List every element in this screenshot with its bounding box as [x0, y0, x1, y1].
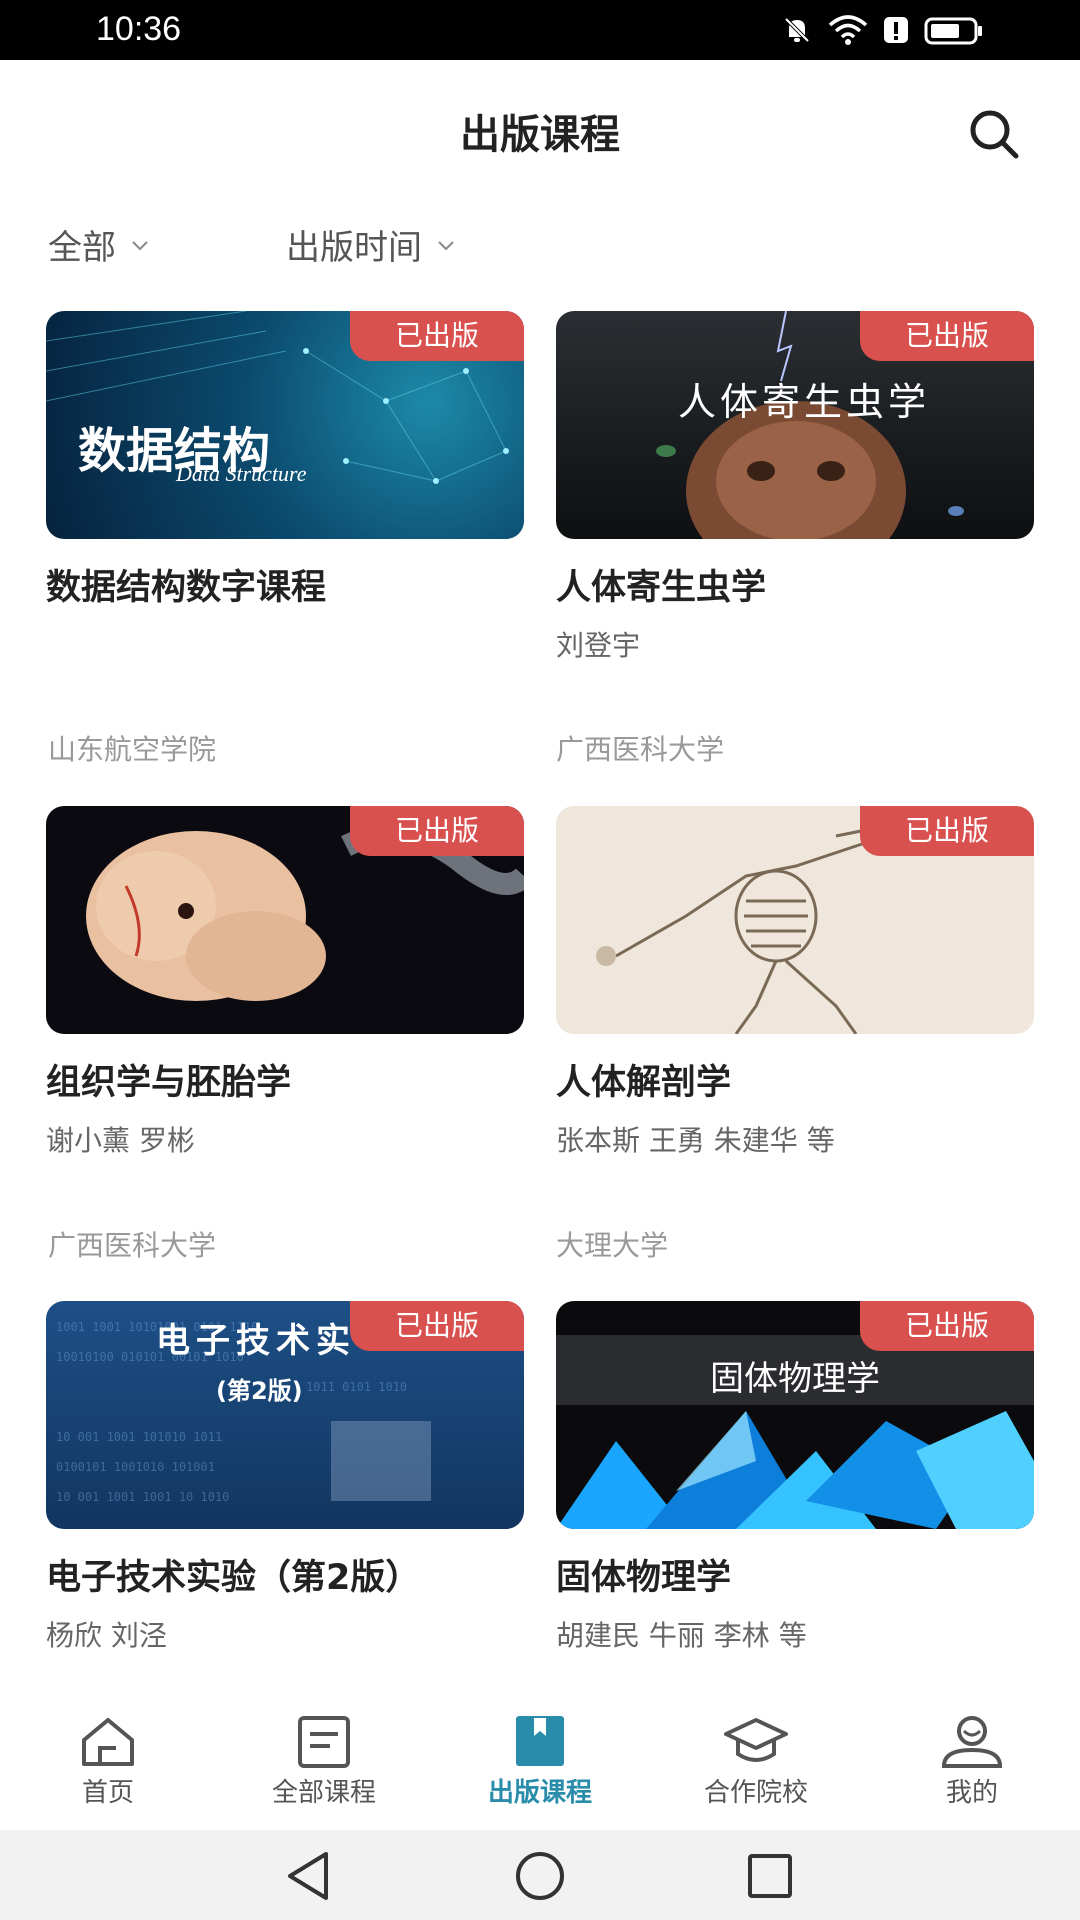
status-time: 10:36: [96, 10, 182, 48]
course-title: 组织学与胚胎学: [46, 1063, 292, 1103]
filter-bar: 全部 出版时间: [0, 210, 1080, 280]
svg-text:10 001 1001 101010 1011: 10 001 1001 101010 1011: [56, 1430, 222, 1444]
sort-filter-label: 出版时间: [286, 228, 422, 268]
wifi-icon: [828, 15, 868, 45]
thumbnail-title: 电子技术实: [156, 1321, 356, 1361]
thumbnail-title: 人体寄生虫学: [678, 380, 931, 424]
nav-label: 我的: [945, 1778, 998, 1808]
graduation-cap-icon: [724, 1718, 788, 1762]
category-filter-label: 全部: [48, 228, 116, 268]
course-list-icon: [298, 1716, 350, 1768]
school-label: 大理大学: [556, 1229, 669, 1262]
chevron-down-icon: [438, 240, 454, 250]
published-badge: 已出版: [350, 1301, 524, 1351]
course-authors: 胡建民 牛丽 李林 等: [556, 1619, 807, 1652]
nav-item-profile[interactable]: 我的: [882, 1714, 1062, 1809]
bottom-nav: 首页 全部课程 出版课程 合作院校 我的: [0, 1694, 1080, 1830]
bookmark-icon: [516, 1716, 564, 1766]
course-card[interactable]: 已出版 人体解剖学 张本斯 王勇 朱建华 等: [556, 806, 1034, 1159]
app-header: 出版课程: [0, 60, 1080, 210]
course-authors: 刘登宇: [556, 629, 641, 662]
published-badge: 已出版: [860, 1301, 1034, 1351]
search-button[interactable]: [966, 106, 1022, 162]
home-circle-icon[interactable]: [510, 1848, 570, 1904]
svg-text:1011 0101 1010: 1011 0101 1010: [306, 1380, 407, 1394]
page-title: 出版课程: [460, 112, 620, 158]
school-label: 广西医科大学: [556, 733, 725, 766]
course-authors: 张本斯 王勇 朱建华 等: [556, 1124, 835, 1157]
nav-label: 合作院校: [703, 1778, 808, 1808]
back-icon[interactable]: [280, 1848, 340, 1904]
course-card[interactable]: 数据结构 Data Structure 已出版 数据结构数字课程: [46, 311, 524, 660]
published-badge: 已出版: [860, 806, 1034, 856]
course-thumbnail: 已出版: [556, 806, 1034, 1034]
battery-icon: [924, 17, 982, 45]
school-label: 广西医科大学: [48, 1229, 217, 1262]
course-thumbnail: 1001 1001 10101001 0101 1110 10010100 01…: [46, 1301, 524, 1529]
status-bar: 10:36: [0, 0, 1080, 60]
course-thumbnail: 固体物理学 已出版: [556, 1301, 1034, 1529]
course-authors: 谢小薰 罗彬: [46, 1124, 195, 1157]
course-thumbnail: 已出版: [46, 806, 524, 1034]
published-badge: 已出版: [860, 311, 1034, 361]
published-badge: 已出版: [350, 311, 524, 361]
course-authors: 杨欣 刘泾: [46, 1619, 167, 1652]
thumbnail-subtitle: Data Structure: [176, 461, 307, 486]
course-card[interactable]: 固体物理学 已出版 固体物理学 胡建民 牛丽 李林 等: [556, 1301, 1034, 1654]
svg-text:0100101 1001010 101001: 0100101 1001010 101001: [56, 1460, 215, 1474]
course-card[interactable]: 人体寄生虫学 已出版 人体寄生虫学 刘登宇: [556, 311, 1034, 664]
home-icon: [82, 1718, 134, 1766]
mute-notification-icon: [784, 17, 810, 43]
thumbnail-subtitle: (第2版): [216, 1377, 303, 1405]
nav-item-home[interactable]: 首页: [18, 1714, 198, 1809]
user-icon: [941, 1716, 1003, 1768]
thumbnail-title: 固体物理学: [710, 1359, 880, 1399]
svg-text:10 001 1001 1001 10 1010: 10 001 1001 1001 10 1010: [56, 1490, 229, 1504]
recents-icon[interactable]: [740, 1848, 800, 1904]
alert-icon: [884, 17, 908, 43]
category-filter[interactable]: 全部: [48, 220, 150, 269]
course-card[interactable]: 已出版 组织学与胚胎学 谢小薰 罗彬: [46, 806, 524, 1159]
nav-item-all-courses[interactable]: 全部课程: [234, 1714, 414, 1809]
course-thumbnail: 数据结构 Data Structure 已出版: [46, 311, 524, 539]
course-title: 固体物理学: [556, 1558, 732, 1598]
course-title: 数据结构数字课程: [46, 568, 327, 608]
status-icons: [780, 12, 984, 48]
school-label: 山东航空学院: [48, 733, 217, 766]
course-title: 人体寄生虫学: [556, 568, 767, 608]
course-title: 人体解剖学: [556, 1063, 732, 1103]
course-thumbnail: 人体寄生虫学 已出版: [556, 311, 1034, 539]
system-nav-bar: [0, 1830, 1080, 1920]
course-authors: [46, 624, 524, 660]
sort-filter[interactable]: 出版时间: [286, 220, 456, 269]
nav-item-partner-schools[interactable]: 合作院校: [666, 1714, 846, 1809]
course-title: 电子技术实验（第2版）: [46, 1558, 421, 1598]
published-badge: 已出版: [350, 806, 524, 856]
nav-label: 首页: [81, 1778, 134, 1808]
nav-label: 出版课程: [487, 1778, 592, 1808]
nav-label: 全部课程: [271, 1778, 376, 1808]
course-card[interactable]: 1001 1001 10101001 0101 1110 10010100 01…: [46, 1301, 524, 1654]
search-icon: [970, 110, 1019, 159]
nav-item-published-courses[interactable]: 出版课程: [450, 1714, 630, 1809]
chevron-down-icon: [132, 240, 148, 250]
